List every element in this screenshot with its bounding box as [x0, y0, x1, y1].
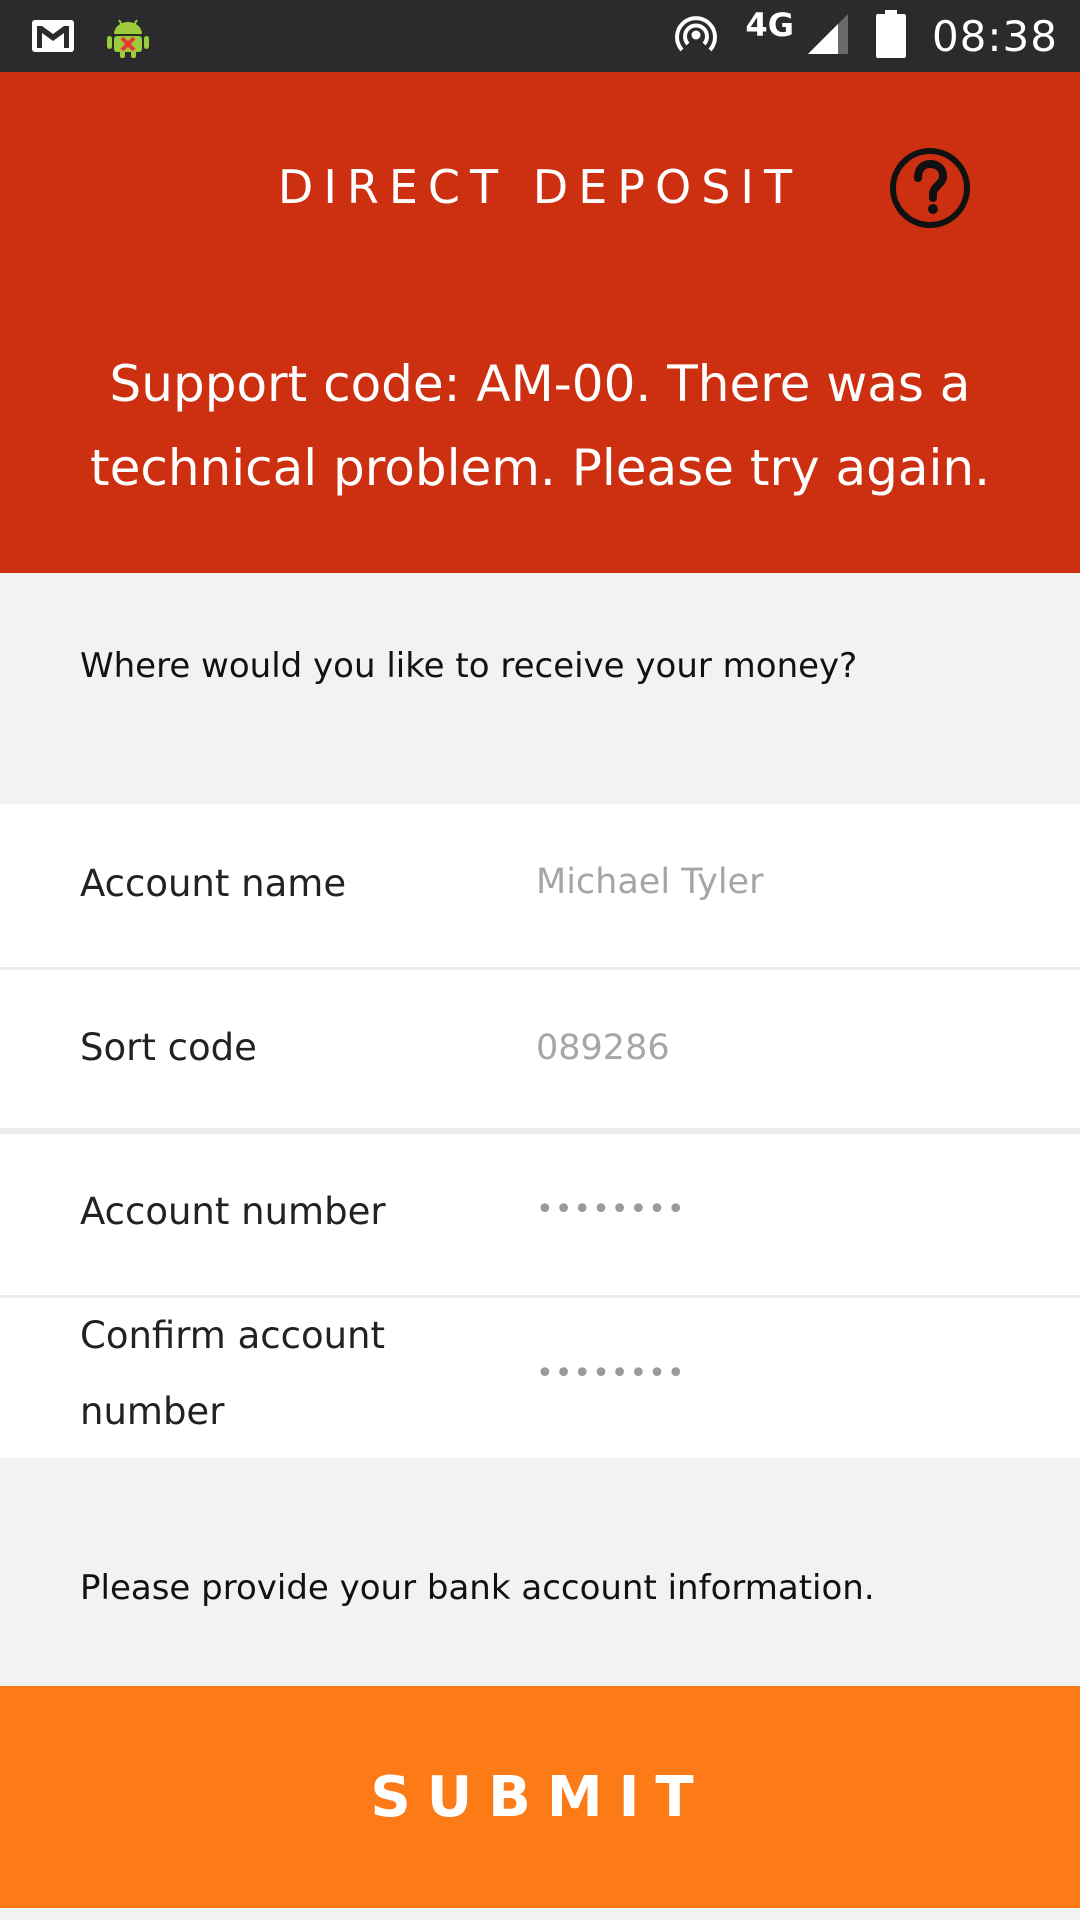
confirm-account-number-label-line1: Confirm account [80, 1314, 385, 1357]
gmail-icon [30, 18, 76, 59]
error-message: Support code: AM-00. There was a technic… [90, 355, 990, 497]
network-type-label: 4G [745, 6, 794, 44]
confirm-account-number-row: Confirm account number •••••••• [0, 1298, 1080, 1458]
bank-details-form: Account name Sort code Account number ••… [0, 804, 1080, 1458]
confirm-account-number-input[interactable]: •••••••• [536, 1356, 686, 1391]
account-number-input[interactable]: •••••••• [536, 1192, 686, 1227]
status-bar: 4G 08:38 [0, 0, 1080, 72]
account-name-row: Account name [0, 804, 1080, 967]
direct-deposit-screen: 4G 08:38 DIRECT DEPOSIT Support code: AM… [0, 0, 1080, 1920]
hotspot-icon [673, 11, 719, 62]
status-bar-system: 4G 08:38 [673, 0, 1058, 72]
header: DIRECT DEPOSIT Support code: AM-00. Ther… [0, 72, 1080, 573]
sort-code-row: Sort code [0, 970, 1080, 1128]
deposit-question: Where would you like to receive your mon… [80, 646, 858, 686]
account-number-row: Account number •••••••• [0, 1134, 1080, 1295]
submit-button[interactable]: SUBMIT [0, 1686, 1080, 1908]
account-name-input[interactable] [536, 862, 1016, 902]
status-time: 08:38 [931, 11, 1058, 61]
account-name-label: Account name [80, 862, 347, 905]
bank-info-hint: Please provide your bank account informa… [80, 1568, 875, 1608]
question-circle-icon [890, 148, 970, 228]
battery-icon [875, 9, 906, 63]
account-number-label: Account number [80, 1190, 386, 1233]
help-button[interactable] [888, 146, 972, 230]
confirm-account-number-label-line2: number [80, 1390, 225, 1433]
sort-code-input[interactable] [536, 1028, 1016, 1068]
cell-signal-icon [806, 12, 850, 61]
sort-code-label: Sort code [80, 1026, 257, 1069]
android-debug-icon [104, 12, 152, 65]
confirm-account-number-label: Confirm account number [80, 1298, 385, 1450]
status-bar-notifications [30, 12, 152, 65]
